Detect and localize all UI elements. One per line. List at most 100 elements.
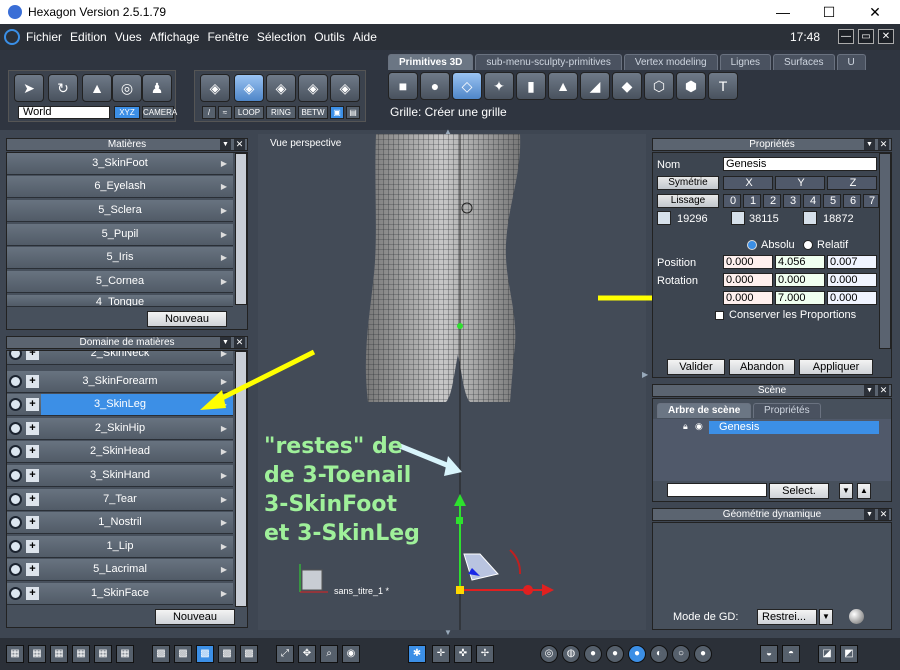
geosphere-icon[interactable]: ✦ — [484, 72, 514, 100]
layout-2-icon[interactable]: ▦ — [28, 645, 46, 663]
ring-button[interactable]: RING — [266, 106, 296, 119]
material-view2-icon[interactable]: ◓ — [782, 645, 800, 663]
xyz-toggle[interactable]: XYZ — [114, 106, 140, 119]
menu-selection[interactable]: Sélection — [257, 30, 306, 44]
level-0[interactable]: 0 — [723, 194, 741, 208]
list-item[interactable]: 5_Sclera ▶ — [7, 200, 233, 222]
text-primitive-icon[interactable]: T — [708, 72, 738, 100]
layout-4-icon[interactable]: ▦ — [72, 645, 90, 663]
eye-icon[interactable] — [9, 540, 22, 553]
properties-close-icon[interactable]: ✕ — [878, 139, 889, 150]
grid-snap3-icon[interactable]: ▩ — [196, 645, 214, 663]
symmetry-button[interactable]: Symétrie — [657, 176, 719, 190]
scale-y[interactable]: 7.000 — [775, 291, 825, 305]
eye-icon[interactable] — [9, 375, 22, 388]
list-item[interactable]: +1_Lip ▶ — [7, 536, 233, 558]
cylinder-icon[interactable]: ▮ — [516, 72, 546, 100]
validate-button[interactable]: Valider — [667, 359, 725, 375]
plus-icon[interactable]: + — [26, 540, 39, 553]
tab-lignes[interactable]: Lignes — [719, 54, 772, 70]
scene-search-input[interactable] — [667, 483, 767, 497]
tab-u[interactable]: U — [836, 54, 866, 70]
scale-z[interactable]: 0.000 — [827, 291, 877, 305]
loop-button[interactable]: LOOP — [234, 106, 264, 119]
domains-dropdown-icon[interactable]: ▼ — [220, 337, 231, 348]
axis-z[interactable]: Z — [827, 176, 877, 190]
position-z[interactable]: 0.007 — [827, 255, 877, 269]
grid-snap5-icon[interactable]: ▩ — [240, 645, 258, 663]
eye-icon[interactable] — [9, 351, 22, 360]
plus-icon[interactable]: + — [26, 445, 39, 458]
domains-close-icon[interactable]: ✕ — [234, 337, 245, 348]
plus-icon[interactable]: + — [26, 351, 39, 360]
materials-close-icon[interactable]: ✕ — [234, 139, 245, 150]
minimize-button[interactable]: — — [760, 0, 806, 24]
grid-snap4-icon[interactable]: ▩ — [218, 645, 236, 663]
eye-icon[interactable] — [9, 493, 22, 506]
menu-vues[interactable]: Vues — [115, 30, 142, 44]
nav-dolly-icon[interactable]: ✢ — [476, 645, 494, 663]
render-settings-icon[interactable]: ◪ — [818, 645, 836, 663]
level-2[interactable]: 2 — [763, 194, 781, 208]
list-item[interactable]: +3_SkinForearm ▶ — [7, 371, 233, 393]
menu-edition[interactable]: Edition — [70, 30, 107, 44]
sphere-icon[interactable]: ● — [420, 72, 450, 100]
eye-icon[interactable] — [9, 422, 22, 435]
render-shadow-icon[interactable]: ● — [694, 645, 712, 663]
tab-scene-tree[interactable]: Arbre de scène — [657, 403, 752, 418]
level-6[interactable]: 6 — [843, 194, 861, 208]
plus-icon[interactable]: + — [26, 587, 39, 600]
position-y[interactable]: 4.056 — [775, 255, 825, 269]
scale-x[interactable]: 0.000 — [723, 291, 773, 305]
list-item[interactable]: +2_SkinHead ▶ — [7, 441, 233, 463]
plus-icon[interactable]: + — [26, 375, 39, 388]
select-option2-icon[interactable]: ▤ — [346, 106, 360, 119]
axis-y[interactable]: Y — [775, 176, 825, 190]
cube-icon[interactable]: ■ — [388, 72, 418, 100]
nav-zoom-icon[interactable]: ✜ — [454, 645, 472, 663]
layout-6-icon[interactable]: ▦ — [116, 645, 134, 663]
dodecahedron-icon[interactable]: ⬢ — [676, 72, 706, 100]
render-smooth-icon[interactable]: ● — [584, 645, 602, 663]
render-flat-icon[interactable]: ◍ — [562, 645, 580, 663]
properties-scrollbar[interactable] — [879, 153, 891, 349]
axis-x[interactable]: X — [723, 176, 773, 190]
list-item[interactable]: +1_SkinFace ▶ — [7, 583, 233, 605]
domains-scrollbar[interactable] — [235, 351, 247, 607]
menu-fenetre[interactable]: Fenêtre — [207, 30, 248, 44]
app-minimize-button[interactable]: — — [838, 29, 854, 44]
eye-icon[interactable] — [9, 469, 22, 482]
cone-icon[interactable]: ▲ — [548, 72, 578, 100]
render-wireframe-shaded-icon[interactable]: ● — [628, 645, 646, 663]
dyn-dropdown-icon[interactable]: ▼ — [864, 509, 875, 520]
between-button[interactable]: BETW — [298, 106, 328, 119]
name-field[interactable]: Genesis — [723, 157, 877, 171]
menu-aide[interactable]: Aide — [353, 30, 377, 44]
close-window-button[interactable]: ✕ — [852, 0, 898, 24]
orbit-icon[interactable]: ◉ — [342, 645, 360, 663]
select-objects-icon[interactable]: ◈ — [298, 74, 328, 102]
plus-icon[interactable]: + — [26, 563, 39, 576]
gd-sphere-icon[interactable] — [849, 609, 864, 624]
render-settings2-icon[interactable]: ◩ — [840, 645, 858, 663]
move-tool-icon[interactable]: ▲ — [82, 74, 112, 102]
eye-icon[interactable] — [9, 516, 22, 529]
list-item[interactable]: +3_SkinHand ▶ — [7, 465, 233, 487]
plane-icon[interactable]: ◆ — [612, 72, 642, 100]
level-7[interactable]: 7 — [863, 194, 879, 208]
select-all-icon[interactable]: ◈ — [330, 74, 360, 102]
list-item[interactable]: 3_SkinFoot ▶ — [7, 153, 233, 175]
eye-icon[interactable] — [9, 587, 22, 600]
coord-system-select[interactable]: World — [18, 106, 110, 119]
eye-icon[interactable] — [9, 563, 22, 576]
keep-proportions-checkbox[interactable] — [715, 311, 724, 320]
absolute-radio[interactable] — [747, 240, 757, 250]
scene-item-genesis[interactable]: Genesis — [709, 421, 879, 434]
app-menu-icon[interactable] — [4, 29, 20, 45]
camera-toggle[interactable]: CAMERA — [142, 106, 177, 119]
scale-tool-icon[interactable]: ◎ — [112, 74, 142, 102]
relative-radio[interactable] — [803, 240, 813, 250]
select-edges-icon[interactable]: ◈ — [234, 74, 264, 102]
list-item[interactable]: +2_SkinHip ▶ — [7, 418, 233, 440]
domains-new-button[interactable]: Nouveau — [155, 609, 235, 625]
